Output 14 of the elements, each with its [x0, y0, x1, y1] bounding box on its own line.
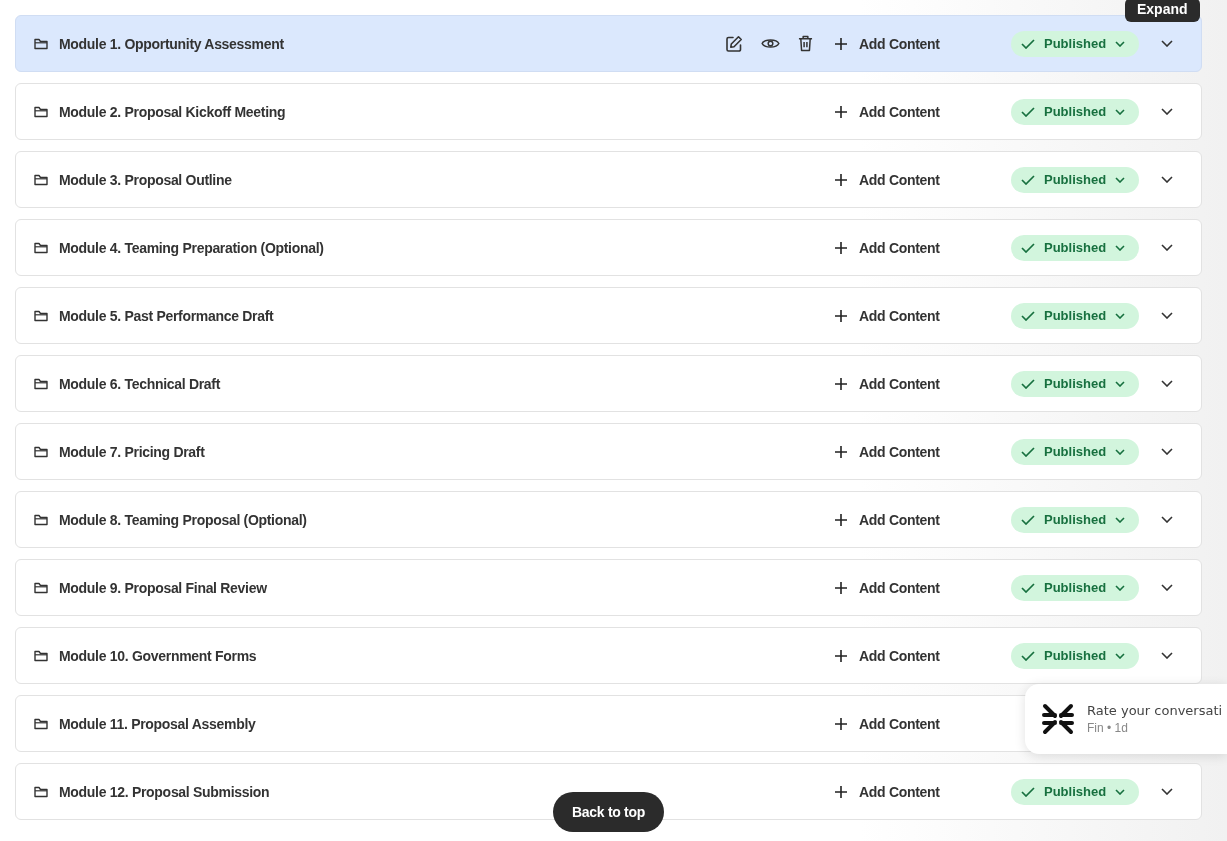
module-title: Module 4. Teaming Preparation (Optional): [59, 239, 325, 256]
module-title: Module 10. Government Forms: [59, 647, 258, 664]
module-title: Module 5. Past Performance Draft: [59, 307, 275, 324]
module-title: Module 8. Teaming Proposal (Optional): [59, 511, 308, 528]
module-title: Module 12. Proposal Submission: [59, 783, 271, 800]
module-title: Module 2. Proposal Kickoff Meeting: [59, 103, 287, 120]
module-title: Module 6. Technical Draft: [59, 375, 222, 392]
toast-meta: Fin • 1d: [1087, 721, 1129, 735]
module-title: Module 3. Proposal Outline: [59, 171, 233, 188]
module-title: Module 1. Opportunity Assessment: [59, 35, 285, 52]
tooltip: Expand: [1125, 0, 1200, 22]
module-title: Module 11. Proposal Assembly: [59, 715, 257, 732]
module-title: Module 7. Pricing Draft: [59, 443, 206, 460]
module-title: Module 9. Proposal Final Review: [59, 579, 268, 596]
